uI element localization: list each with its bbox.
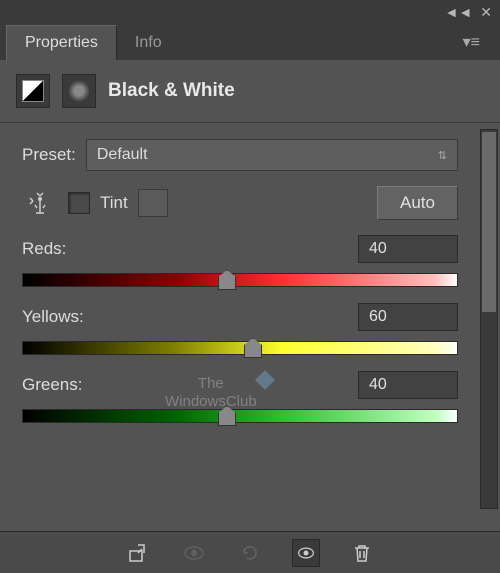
targeted-adjustment-icon[interactable] — [22, 185, 58, 221]
scroll-thumb[interactable] — [482, 132, 496, 312]
reds-slider-group: Reds: — [22, 235, 486, 287]
tint-color-swatch[interactable] — [138, 189, 168, 217]
tab-properties[interactable]: Properties — [6, 25, 117, 60]
reset-icon[interactable] — [236, 539, 264, 567]
greens-value-input[interactable] — [358, 371, 458, 399]
scrollbar[interactable] — [480, 129, 498, 509]
collapse-icon[interactable]: ◄◄ — [445, 4, 473, 20]
close-icon[interactable]: ✕ — [480, 4, 492, 21]
preset-value: Default — [97, 146, 148, 164]
panel-title: Black & White — [108, 80, 235, 102]
greens-slider-track[interactable] — [22, 409, 458, 423]
clip-to-layer-icon[interactable] — [124, 539, 152, 567]
reds-value-input[interactable] — [358, 235, 458, 263]
greens-slider-group: Greens: — [22, 371, 486, 423]
preset-label: Preset: — [22, 145, 76, 165]
yellows-value-input[interactable] — [358, 303, 458, 331]
reds-label: Reds: — [22, 239, 66, 259]
view-previous-state-icon[interactable] — [180, 539, 208, 567]
layer-mask-icon[interactable] — [62, 74, 96, 108]
yellows-slider-group: Yellows: — [22, 303, 486, 355]
tint-label: Tint — [100, 193, 128, 213]
panel-content: Preset: Default ⇅ Tint Auto Reds: Yellow… — [0, 123, 500, 423]
adjustment-type-icon — [16, 74, 50, 108]
toggle-visibility-icon[interactable] — [292, 539, 320, 567]
tint-checkbox[interactable] — [68, 192, 90, 214]
greens-label: Greens: — [22, 375, 82, 395]
tab-bar: Properties Info ▾≡ — [0, 24, 500, 60]
greens-slider-thumb[interactable] — [218, 406, 236, 426]
reds-slider-thumb[interactable] — [218, 270, 236, 290]
preset-dropdown[interactable]: Default ⇅ — [86, 139, 458, 171]
trash-icon[interactable] — [348, 539, 376, 567]
reds-slider-track[interactable] — [22, 273, 458, 287]
panel-menu-icon[interactable]: ▾≡ — [455, 24, 488, 60]
yellows-label: Yellows: — [22, 307, 84, 327]
tab-info[interactable]: Info — [117, 26, 180, 60]
panel-footer — [0, 531, 500, 573]
yellows-slider-thumb[interactable] — [244, 338, 262, 358]
auto-button[interactable]: Auto — [377, 186, 458, 220]
panel-header: Black & White — [0, 60, 500, 123]
window-titlebar: ◄◄ ✕ — [0, 0, 500, 24]
chevron-updown-icon: ⇅ — [438, 149, 447, 162]
yellows-slider-track[interactable] — [22, 341, 458, 355]
